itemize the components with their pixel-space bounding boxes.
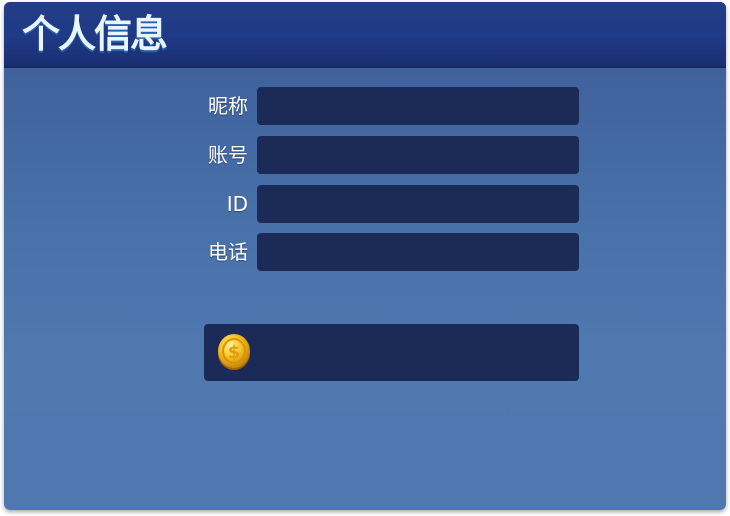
id-label: ID <box>226 192 248 216</box>
id-row: ID <box>4 184 726 224</box>
account-row: 账号 <box>4 135 726 175</box>
panel-title: 个人信息 <box>22 12 168 56</box>
coin-balance-box: $ <box>204 324 579 381</box>
phone-field[interactable] <box>257 233 579 271</box>
panel-header: 个人信息 <box>4 2 726 68</box>
nickname-label: 昵称 <box>208 94 248 118</box>
gold-coin-icon: $ <box>218 334 250 370</box>
phone-label: 电话 <box>208 240 248 264</box>
profile-panel: 个人信息 昵称 账号 ID 电话 $ <box>4 2 726 510</box>
id-field[interactable] <box>257 185 579 223</box>
account-label: 账号 <box>208 143 248 167</box>
phone-row: 电话 <box>4 232 726 272</box>
svg-text:$: $ <box>228 342 241 363</box>
nickname-field[interactable] <box>257 87 579 125</box>
account-field[interactable] <box>257 136 579 174</box>
nickname-row: 昵称 <box>4 86 726 126</box>
